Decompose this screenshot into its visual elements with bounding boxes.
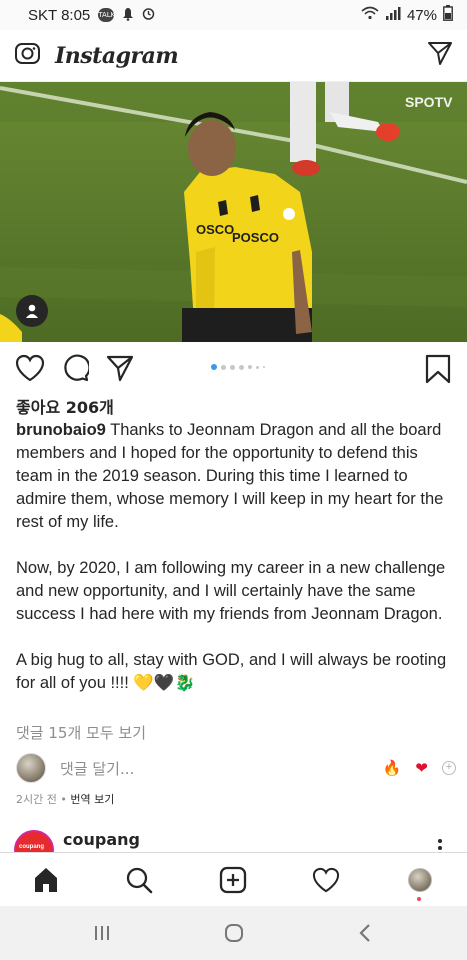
profile-tab[interactable] <box>405 865 435 895</box>
recent-apps-icon[interactable] <box>88 919 116 947</box>
camera-icon[interactable] <box>14 40 41 72</box>
bookmark-icon[interactable] <box>425 354 451 389</box>
post-caption: brunobaio9 Thanks to Jeonnam Dragon and … <box>16 419 456 695</box>
comment-input[interactable]: 댓글 달기... <box>60 758 134 779</box>
carousel-dot <box>239 364 244 370</box>
post-time: 2시간 전 <box>16 793 57 806</box>
comment-bubble-icon[interactable] <box>61 354 91 387</box>
post-meta: 2시간 전 • 번역 보기 <box>16 791 114 807</box>
notification-icon <box>122 7 134 24</box>
home-icon[interactable] <box>31 865 61 895</box>
quick-reactions: 🔥 ❤ + <box>383 759 456 777</box>
instagram-logo: Instagram <box>55 42 179 69</box>
caption-paragraph-1: brunobaio9 Thanks to Jeonnam Dragon and … <box>16 419 456 534</box>
carousel-indicator <box>211 364 265 370</box>
fire-emoji-button[interactable]: 🔥 <box>383 759 402 777</box>
coupang-logo-text: coupang <box>19 844 44 850</box>
carousel-dot <box>248 365 252 369</box>
post-media[interactable]: OSCO POSCO SPOTV <box>0 82 467 342</box>
kakaotalk-icon: TALK <box>98 8 115 22</box>
new-post-icon[interactable] <box>218 865 248 895</box>
jersey-sponsor-right: POSCO <box>232 230 279 245</box>
search-icon[interactable] <box>124 865 154 895</box>
caption-username[interactable]: brunobaio9 <box>16 421 106 439</box>
android-navigation-bar <box>0 906 467 960</box>
carousel-dot <box>263 366 265 368</box>
status-bar: SKT 8:05 TALK 47% <box>0 0 467 30</box>
profile-avatar <box>408 868 432 892</box>
next-post-username[interactable]: coupang <box>63 830 140 849</box>
wifi-icon <box>361 6 379 24</box>
direct-send-icon[interactable] <box>427 40 453 71</box>
carousel-dot <box>256 365 259 369</box>
carousel-dot <box>230 364 235 370</box>
battery-icon <box>443 5 453 25</box>
tagged-user-icon[interactable] <box>16 295 48 327</box>
jersey-sponsor-left: OSCO <box>196 222 234 237</box>
bottom-navigation <box>0 852 467 906</box>
battery-percent: 47% <box>406 6 437 24</box>
likes-count[interactable]: 좋아요 206개 <box>16 394 114 418</box>
caption-paragraph-2: Now, by 2020, I am following my career i… <box>16 559 446 623</box>
current-user-avatar <box>16 753 46 783</box>
notification-dot <box>417 897 421 901</box>
like-heart-icon[interactable] <box>15 354 45 387</box>
soccer-photo: OSCO POSCO SPOTV <box>0 82 467 342</box>
heart-emoji-button[interactable]: ❤ <box>415 759 428 777</box>
activity-heart-icon[interactable] <box>311 865 341 895</box>
caption-paragraph-3: A big hug to all, stay with GOD, and I w… <box>16 651 447 692</box>
signal-icon <box>385 6 401 24</box>
share-send-icon[interactable] <box>106 354 134 387</box>
next-post-header: coupang coupang <box>0 826 467 870</box>
view-all-comments-link[interactable]: 댓글 15개 모두 보기 <box>16 722 146 743</box>
see-translation-link[interactable]: 번역 보기 <box>70 793 114 806</box>
meta-separator: • <box>56 793 71 806</box>
add-emoji-icon[interactable]: + <box>442 761 456 775</box>
instagram-header: Instagram <box>0 30 467 82</box>
carousel-dot <box>221 364 226 370</box>
carousel-dot <box>211 364 217 370</box>
back-icon[interactable] <box>351 919 379 947</box>
alarm-icon <box>142 7 155 23</box>
add-comment-row: 댓글 달기... 🔥 ❤ + <box>16 752 456 784</box>
home-button-icon[interactable] <box>220 919 248 947</box>
spotv-watermark: SPOTV <box>405 94 453 110</box>
carrier-time: SKT 8:05 <box>28 6 91 24</box>
